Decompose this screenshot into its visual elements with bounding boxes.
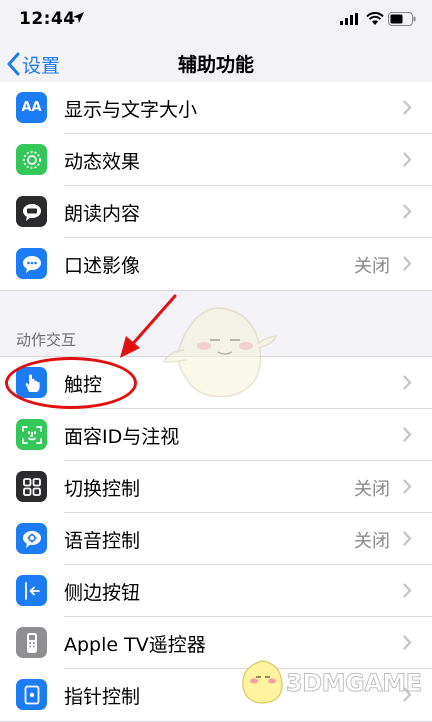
location-arrow-icon: [73, 12, 84, 23]
chevron-right-icon: [403, 152, 412, 167]
audio-description-icon: [16, 248, 47, 279]
apple-tv-remote-icon: [16, 627, 47, 658]
chevron-right-icon: [403, 427, 412, 442]
watermark-text: 3DMGAME: [286, 669, 423, 698]
settings-group-vision: AA 显示与文字大小 动态效果 朗读内容 口述影像 关闭: [0, 82, 432, 291]
chevron-right-icon: [403, 531, 412, 546]
row-label: 面容ID与注视: [64, 426, 180, 448]
watermark-mascot-logo: [242, 660, 283, 704]
row-label: 动态效果: [64, 151, 141, 173]
row-label: Apple TV遥控器: [64, 634, 206, 656]
row-audio-description[interactable]: 口述影像 关闭: [0, 238, 432, 290]
chevron-right-icon: [403, 100, 412, 115]
row-motion[interactable]: 动态效果: [0, 134, 432, 186]
row-voice-control[interactable]: 语音控制 关闭: [0, 513, 432, 565]
row-side-button[interactable]: 侧边按钮: [0, 565, 432, 617]
cellular-signal-icon: [340, 13, 358, 25]
battery-icon: [388, 12, 416, 26]
row-text-size[interactable]: AA 显示与文字大小: [0, 82, 432, 134]
chevron-right-icon: [403, 204, 412, 219]
row-label: 指针控制: [64, 686, 141, 708]
chevron-right-icon: [403, 583, 412, 598]
motion-icon: [16, 144, 47, 175]
annotation-arrow: [120, 294, 177, 358]
row-label: 口述影像: [64, 255, 141, 277]
status-time: 12:44: [19, 9, 76, 29]
row-label: 显示与文字大小: [64, 99, 198, 121]
page-title: 辅助功能: [177, 54, 254, 76]
row-value: 关闭: [354, 256, 390, 277]
voice-control-icon: [16, 523, 47, 554]
row-switch-control[interactable]: 切换控制 关闭: [0, 461, 432, 513]
side-button-icon: [16, 575, 47, 606]
watermark: 3DMGAME: [236, 655, 432, 707]
annotation-highlight-circle: [5, 357, 137, 409]
row-face-id[interactable]: 面容ID与注视: [0, 409, 432, 461]
row-label: 切换控制: [64, 478, 141, 500]
row-spoken-content[interactable]: 朗读内容: [0, 186, 432, 238]
row-value: 关闭: [354, 479, 390, 500]
face-id-icon: [16, 419, 47, 450]
spoken-content-icon: [16, 196, 47, 227]
chevron-right-icon: [403, 635, 412, 650]
pointer-control-icon: [16, 679, 47, 710]
switch-control-icon: [16, 471, 47, 502]
row-value: 关闭: [354, 531, 390, 552]
chevron-right-icon: [403, 479, 412, 494]
chevron-right-icon: [403, 256, 412, 271]
row-label: 朗读内容: [64, 203, 141, 225]
section-header-interaction: 动作交互: [16, 331, 77, 349]
text-size-icon: AA: [16, 92, 47, 123]
status-bar: 12:44: [0, 0, 432, 40]
row-label: 语音控制: [64, 530, 141, 552]
navigation-bar: 设置 辅助功能: [0, 40, 432, 88]
chevron-right-icon: [403, 375, 412, 390]
row-label: 侧边按钮: [64, 582, 141, 604]
wifi-icon: [366, 12, 384, 25]
